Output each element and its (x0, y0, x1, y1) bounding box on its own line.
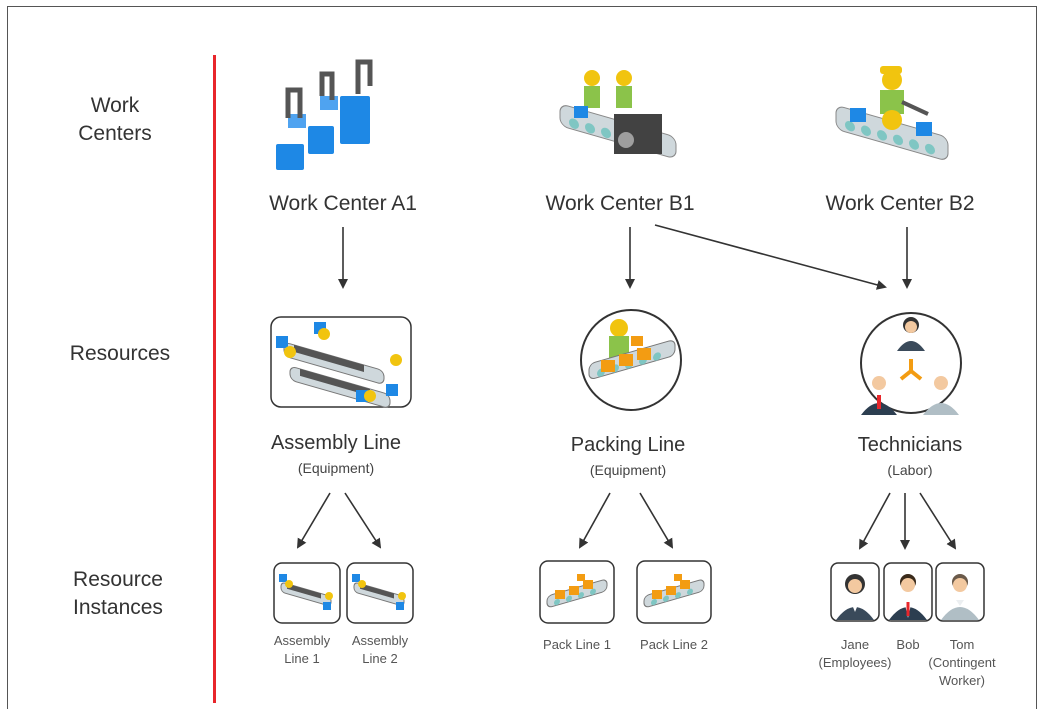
arrow-assembly-to-line2 (344, 492, 382, 549)
work-center-b1-icon (559, 70, 677, 158)
technicians-resource-icon (860, 312, 962, 415)
arrow-b1-to-technicians (654, 224, 887, 290)
assembly-line-resource-icon (270, 316, 412, 408)
technicians-name: Technicians (857, 434, 963, 456)
assembly-line-2-label: Assembly Line 2 (351, 633, 409, 666)
arrow-assembly-to-line1 (296, 492, 331, 549)
bob-avatar-icon (883, 562, 933, 622)
assembly-line-2-icon (346, 562, 414, 624)
arrow-tech-to-tom (919, 492, 957, 550)
arrow-tech-to-jane (859, 492, 891, 550)
packing-line-type: (Equipment) (589, 462, 667, 478)
packing-line-resource-icon (580, 309, 682, 411)
pack-line-1-label: Pack Line 1 (543, 637, 611, 652)
pack-line-2-icon (636, 560, 712, 624)
pack-line-2-label: Pack Line 2 (640, 637, 708, 652)
work-center-a1-icon (276, 59, 373, 170)
work-center-b2-icon (835, 66, 949, 160)
work-center-b1-label: Work Center B1 (545, 192, 695, 215)
arrow-packing-to-pack1 (579, 492, 611, 549)
work-center-b2-label: Work Center B2 (825, 192, 975, 215)
technicians-type: (Labor) (887, 462, 933, 478)
assembly-line-type: (Equipment) (297, 460, 375, 476)
tom-label: Tom (Contingent Worker) (928, 637, 996, 688)
pack-line-1-icon (539, 560, 615, 624)
tom-avatar-icon (935, 562, 985, 622)
assembly-line-1-label: Assembly Line 1 (273, 633, 331, 666)
work-center-a1-label: Work Center A1 (269, 192, 417, 215)
jane-avatar-icon (830, 562, 880, 622)
assembly-line-name: Assembly Line (270, 432, 402, 454)
assembly-line-1-icon (273, 562, 341, 624)
packing-line-name: Packing Line (570, 434, 686, 456)
arrow-packing-to-pack2 (639, 492, 674, 549)
